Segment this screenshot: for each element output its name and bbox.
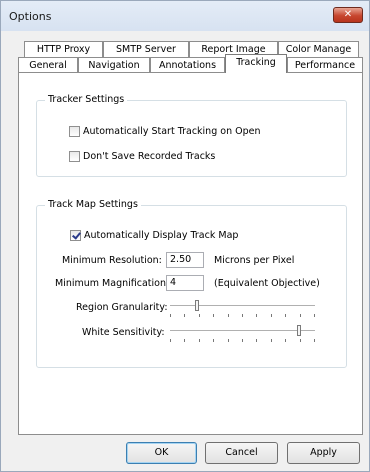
tab-http-proxy[interactable]: HTTP Proxy [24, 41, 103, 57]
white-sensitivity-track [170, 330, 315, 332]
region-granularity-label: Region Granularity: [76, 302, 168, 313]
slider-tick [227, 314, 229, 317]
white-sensitivity-slider[interactable] [170, 325, 315, 345]
tab-navigation[interactable]: Navigation [78, 57, 150, 73]
tab-performance[interactable]: Performance [287, 57, 363, 73]
slider-tick [299, 339, 301, 342]
slider-tick [241, 339, 243, 342]
slider-tick [299, 314, 301, 317]
slider-tick [313, 314, 315, 317]
region-granularity-thumb[interactable] [195, 300, 199, 311]
auto-start-tracking-checkbox[interactable] [69, 126, 80, 137]
slider-tick [184, 339, 186, 342]
tab-color-manage[interactable]: Color Manage [278, 41, 359, 57]
slider-tick [213, 314, 215, 317]
dont-save-tracks-label: Don't Save Recorded Tracks [83, 151, 216, 162]
min-magnification-label: Minimum Magnification: [55, 278, 170, 289]
white-sensitivity-thumb[interactable] [297, 325, 301, 336]
slider-tick [270, 339, 272, 342]
white-sensitivity-label: White Sensitivity: [82, 327, 165, 338]
slider-tick [241, 314, 243, 317]
tracking-panel: Tracker Settings Automatically Start Tra… [18, 72, 363, 435]
tab-tracking[interactable]: Tracking [225, 54, 287, 73]
tab-smtp-server[interactable]: SMTP Server [103, 41, 189, 57]
tab-annotations[interactable]: Annotations [150, 57, 225, 73]
window-title: Options [9, 10, 52, 23]
tracker-settings-title: Tracker Settings [45, 94, 128, 105]
slider-tick [285, 314, 287, 317]
close-icon: ✕ [343, 9, 353, 20]
min-magnification-input[interactable]: 4 [166, 275, 204, 291]
slider-tick [285, 339, 287, 342]
auto-start-tracking-label: Automatically Start Tracking on Open [83, 126, 261, 137]
dont-save-tracks-option[interactable]: Don't Save Recorded Tracks [69, 151, 215, 162]
min-resolution-unit: Microns per Pixel [214, 255, 295, 266]
slider-tick [170, 314, 171, 317]
auto-display-track-map-checkbox[interactable] [70, 230, 81, 241]
track-map-settings-title: Track Map Settings [45, 199, 141, 210]
region-granularity-slider[interactable] [170, 300, 315, 320]
title-bar[interactable]: Options ✕ [1, 1, 369, 31]
min-resolution-label: Minimum Resolution: [62, 255, 162, 266]
slider-tick [256, 314, 258, 317]
slider-tick [270, 314, 272, 317]
dont-save-tracks-checkbox[interactable] [69, 151, 80, 162]
auto-display-track-map-option[interactable]: Automatically Display Track Map [70, 230, 238, 241]
slider-tick [170, 339, 171, 342]
region-granularity-track [170, 305, 315, 307]
auto-start-tracking-option[interactable]: Automatically Start Tracking on Open [69, 126, 261, 137]
tracker-settings-group: Tracker Settings Automatically Start Tra… [36, 94, 347, 177]
apply-button[interactable]: Apply [287, 442, 360, 464]
close-button[interactable]: ✕ [333, 7, 363, 23]
tab-general[interactable]: General [18, 57, 78, 73]
min-resolution-input[interactable]: 2.50 [166, 252, 204, 268]
slider-tick [256, 339, 258, 342]
region-granularity-ticks [170, 314, 315, 317]
slider-tick [184, 314, 186, 317]
slider-tick [198, 339, 200, 342]
slider-tick [313, 339, 315, 342]
auto-display-track-map-label: Automatically Display Track Map [84, 230, 239, 241]
options-dialog: Options ✕ HTTP Proxy SMTP Server Report … [0, 0, 370, 472]
slider-tick [198, 314, 200, 317]
ok-button[interactable]: OK [126, 442, 197, 464]
white-sensitivity-ticks [170, 339, 315, 342]
min-magnification-unit: (Equivalent Objective) [214, 278, 320, 289]
slider-tick [213, 339, 215, 342]
cancel-button[interactable]: Cancel [205, 442, 278, 464]
track-map-settings-group: Track Map Settings Automatically Display… [36, 199, 347, 368]
slider-tick [227, 339, 229, 342]
